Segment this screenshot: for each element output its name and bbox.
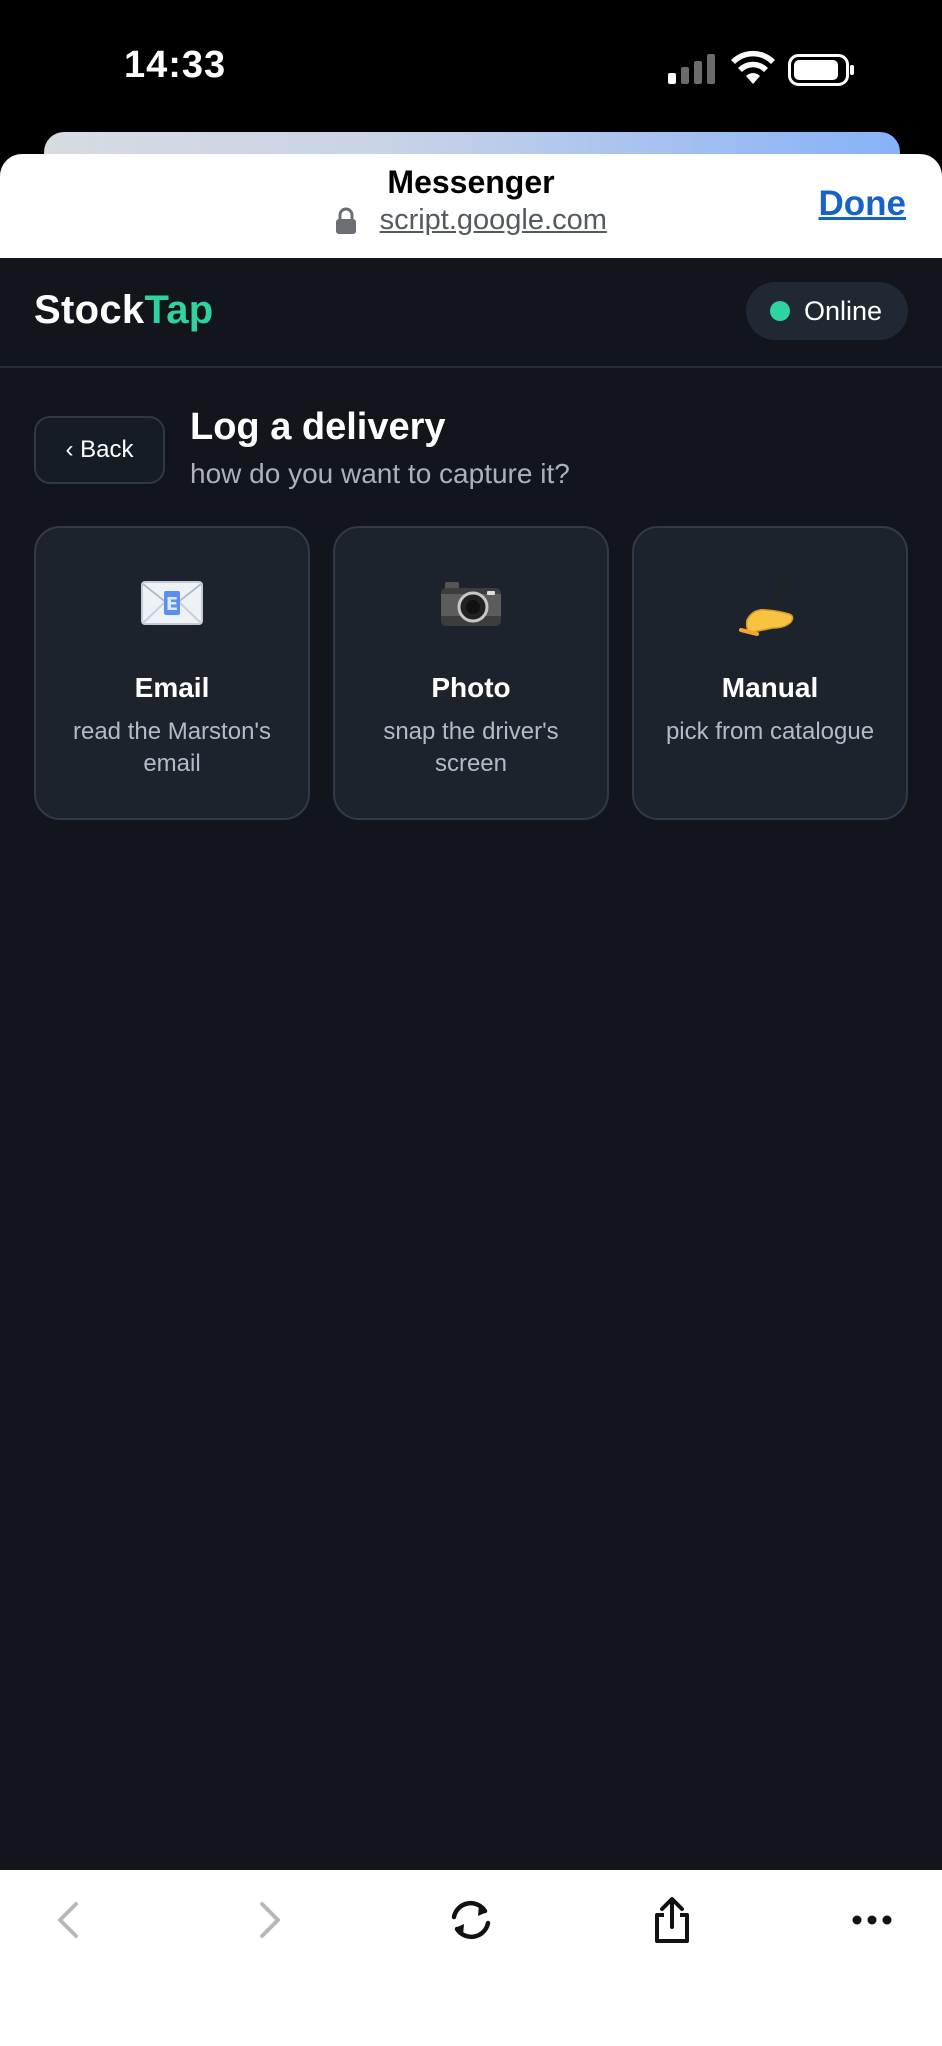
- option-card-manual[interactable]: Manual pick from catalogue: [632, 526, 908, 820]
- option-description: read the Marston's email: [72, 718, 271, 777]
- logo-text-tap: Tap: [144, 288, 214, 332]
- browser-toolbar: [0, 1870, 942, 2046]
- option-title: Email: [134, 672, 210, 703]
- option-description: pick from catalogue: [665, 718, 875, 745]
- online-status-badge: Online: [746, 282, 908, 340]
- browser-url[interactable]: script.google.com: [380, 204, 607, 237]
- option-card-photo[interactable]: Photo snap the driver's screen: [333, 526, 609, 820]
- browser-header: Messenger script.google.com Done: [0, 154, 942, 258]
- option-title: Photo: [431, 672, 511, 703]
- status-time: 14:33: [124, 44, 227, 86]
- wifi-icon: [731, 50, 775, 84]
- more-icon[interactable]: [842, 1890, 902, 1950]
- page-title: Log a delivery: [190, 406, 446, 448]
- option-title: Manual: [721, 672, 819, 703]
- browser-url-row: script.google.com: [0, 204, 942, 237]
- reload-icon[interactable]: [441, 1890, 501, 1950]
- online-status-dot-icon: [770, 301, 790, 321]
- battery-icon: [788, 54, 854, 86]
- share-icon[interactable]: [642, 1890, 702, 1950]
- logo-text-stock: Stock: [34, 288, 145, 332]
- lock-icon: [336, 207, 357, 234]
- svg-text:E: E: [166, 594, 178, 615]
- done-button[interactable]: Done: [819, 184, 907, 224]
- app-logo: StockTap: [34, 288, 213, 333]
- app-content: StockTap Online ‹ Back Log a delivery ho…: [0, 258, 942, 1870]
- option-description: snap the driver's screen: [383, 718, 559, 777]
- online-status-label: Online: [804, 295, 883, 326]
- email-icon: E: [36, 580, 308, 640]
- browser-title: Messenger: [387, 164, 555, 200]
- status-bar: 14:33: [0, 0, 942, 140]
- forward-icon[interactable]: [240, 1890, 300, 1950]
- back-button[interactable]: ‹ Back: [34, 416, 165, 484]
- option-card-email[interactable]: E Email read the Marston's email: [34, 526, 310, 820]
- cellular-signal-icon: [668, 54, 715, 84]
- back-icon[interactable]: [38, 1890, 98, 1950]
- page-subtitle: how do you want to capture it?: [190, 458, 570, 489]
- writing-hand-icon: [634, 580, 906, 640]
- app-header: StockTap Online: [0, 258, 942, 368]
- camera-icon: [335, 580, 607, 640]
